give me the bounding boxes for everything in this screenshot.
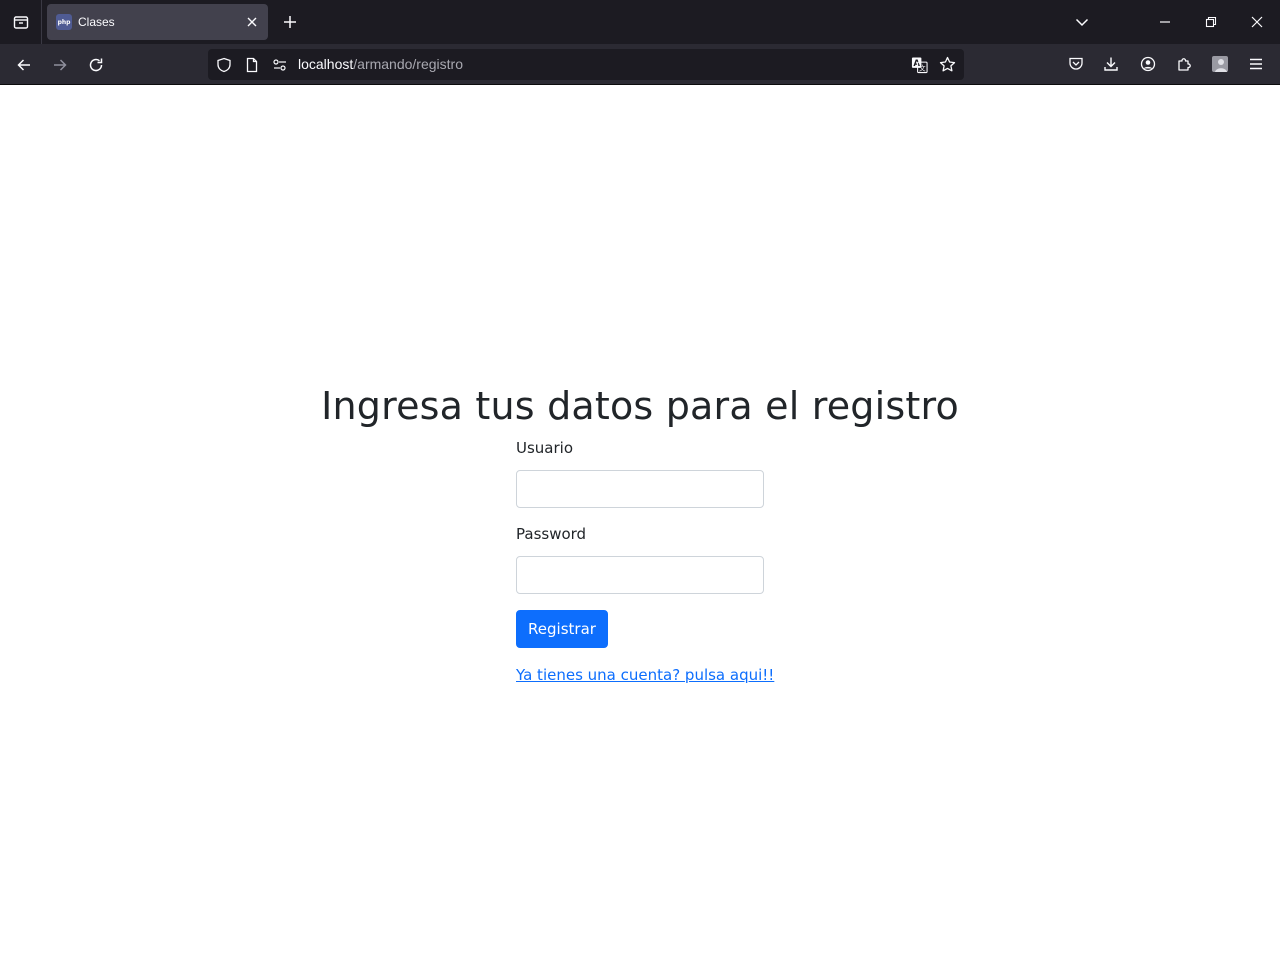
browser-navbar: localhost/armando/registro A 文 bbox=[0, 44, 1280, 85]
registration-form: Usuario Password Registrar Ya tienes una… bbox=[516, 437, 774, 686]
chevron-down-icon bbox=[1075, 15, 1089, 29]
username-label: Usuario bbox=[516, 439, 574, 457]
close-icon[interactable] bbox=[244, 14, 260, 30]
restore-button[interactable] bbox=[1197, 8, 1225, 36]
url-bar[interactable]: localhost/armando/registro A 文 bbox=[208, 49, 964, 80]
field-spacer bbox=[516, 508, 764, 523]
back-button[interactable] bbox=[9, 50, 39, 80]
username-input[interactable] bbox=[516, 470, 764, 508]
permissions-icon[interactable] bbox=[271, 56, 288, 73]
restore-icon bbox=[1205, 16, 1217, 28]
profile-icon[interactable] bbox=[1208, 52, 1232, 76]
page-content: Ingresa tus datos para el registro Usuar… bbox=[0, 85, 1280, 976]
list-all-tabs-button[interactable] bbox=[1068, 8, 1096, 36]
password-label: Password bbox=[516, 525, 587, 543]
translate-icon[interactable]: A 文 bbox=[911, 56, 928, 73]
tab-list-button[interactable] bbox=[0, 0, 42, 44]
close-icon bbox=[1251, 16, 1263, 28]
account-icon[interactable] bbox=[1136, 52, 1160, 76]
star-icon[interactable] bbox=[939, 56, 956, 73]
hamburger-icon[interactable] bbox=[1244, 52, 1268, 76]
minimize-button[interactable] bbox=[1151, 8, 1179, 36]
reload-icon bbox=[88, 57, 104, 73]
page-icon[interactable] bbox=[243, 56, 260, 73]
tab-clases[interactable]: php Clases bbox=[47, 4, 268, 40]
register-button[interactable]: Registrar bbox=[516, 610, 608, 648]
new-tab-button[interactable] bbox=[278, 10, 302, 34]
puzzle-icon[interactable] bbox=[1172, 52, 1196, 76]
browser-titlebar: php Clases bbox=[0, 0, 1280, 44]
page-title: Ingresa tus datos para el registro bbox=[321, 384, 959, 428]
password-input[interactable] bbox=[516, 556, 764, 594]
forward-button[interactable] bbox=[45, 50, 75, 80]
download-icon[interactable] bbox=[1099, 52, 1123, 76]
arrow-right-icon bbox=[52, 57, 68, 73]
tab-title: Clases bbox=[78, 15, 115, 29]
login-link[interactable]: Ya tienes una cuenta? pulsa aqui!! bbox=[516, 664, 774, 686]
plus-icon bbox=[283, 15, 297, 29]
svg-text:文: 文 bbox=[919, 63, 926, 72]
shield-icon[interactable] bbox=[215, 56, 232, 73]
tab-list-icon bbox=[13, 14, 29, 30]
url-host: localhost bbox=[298, 56, 354, 72]
close-window-button[interactable] bbox=[1243, 8, 1271, 36]
pocket-icon[interactable] bbox=[1064, 52, 1088, 76]
reload-button[interactable] bbox=[81, 50, 111, 80]
arrow-left-icon bbox=[16, 57, 32, 73]
minimize-icon bbox=[1159, 16, 1171, 28]
php-favicon-icon: php bbox=[56, 14, 72, 30]
url-text[interactable]: localhost/armando/registro bbox=[298, 56, 463, 73]
url-path: /armando/registro bbox=[353, 56, 463, 72]
